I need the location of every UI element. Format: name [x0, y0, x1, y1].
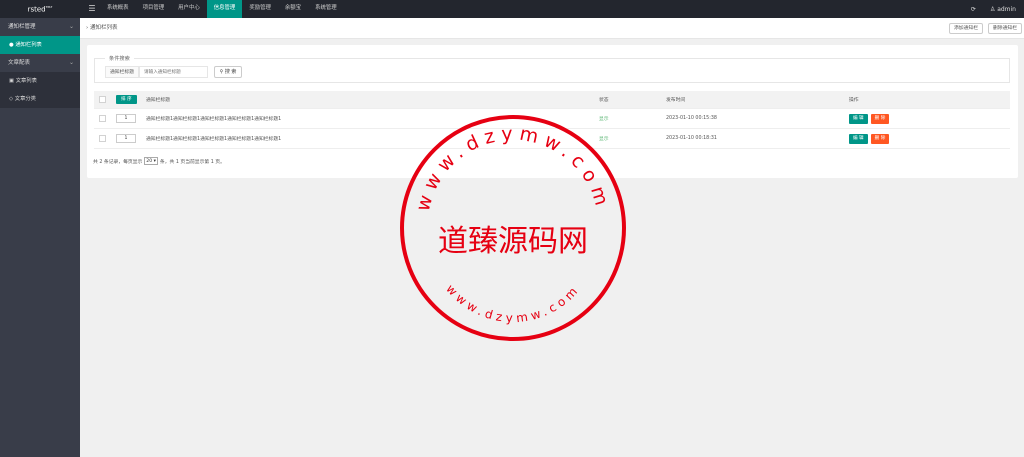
row-time: 2023-01-10 00:15:38 — [666, 116, 717, 121]
nav-item-system[interactable]: 系统管理 — [308, 0, 344, 18]
search-icon: ⚲ — [219, 69, 224, 75]
delete-button[interactable]: 删 除 — [870, 133, 890, 144]
stamp-center-text: 道臻源码网 — [438, 224, 588, 259]
nav-item-info[interactable]: 信息管理 — [206, 0, 243, 18]
row-time: 2023-01-10 00:18:31 — [666, 136, 717, 141]
order-input[interactable]: 1 — [116, 114, 136, 123]
sidebar-item-label: 通知栏列表 — [15, 42, 42, 48]
sidebar-item-label: 文章列表 — [15, 78, 37, 84]
logo-sup: TPLT — [45, 5, 53, 9]
breadcrumb-bar: › 通知栏列表 添加通知栏 删除通知栏 — [80, 18, 1024, 39]
logo: rstedTPLT — [0, 0, 80, 18]
table-row: 1 通知栏标题1通知栏标题1通知栏标题1通知栏标题1通知栏标题1 显示 2023… — [94, 109, 1010, 129]
breadcrumb: › 通知栏列表 — [86, 18, 117, 39]
stamp-bottom-text: www.dzymw.com — [443, 282, 582, 326]
nav-item-balance[interactable]: 余额宝 — [278, 0, 308, 18]
row-status: 显示 — [599, 117, 609, 122]
chevron-down-icon: ⌄ — [68, 59, 74, 66]
image-icon: ▣ — [9, 78, 15, 84]
header-time: 发布时间 — [666, 98, 686, 103]
row-checkbox[interactable] — [99, 115, 106, 122]
user-name: admin — [997, 5, 1016, 13]
page-size-select[interactable]: 20 ▾ — [144, 157, 158, 165]
search-button-label: 搜 索 — [224, 69, 237, 75]
header-actions: 操作 — [849, 98, 859, 103]
tag-icon: ◇ — [9, 96, 14, 102]
sidebar-group-notices[interactable]: 通知栏管理 ⌄ — [0, 18, 80, 36]
order-input[interactable]: 1 — [116, 134, 136, 143]
sidebar-item-label: 文章分类 — [14, 96, 36, 102]
sidebar-item-article-list[interactable]: ▣ 文章列表 — [0, 72, 80, 90]
nav-item-projects[interactable]: 项目管理 — [136, 0, 172, 18]
sidebar-group-label: 通知栏管理 — [8, 24, 36, 30]
chevron-down-icon: ⌄ — [68, 23, 74, 30]
nav-item-dashboard[interactable]: 系统概表 — [100, 0, 136, 18]
logo-text: rsted — [27, 5, 46, 14]
row-checkbox[interactable] — [99, 135, 106, 142]
search-field-label: 通知栏标题 — [105, 66, 139, 78]
sidebar-group-articles[interactable]: 文章配表 ⌄ — [0, 54, 80, 72]
top-nav: 系统概表 项目管理 用户中心 信息管理 奖励管理 余额宝 系统管理 — [100, 0, 344, 18]
table-row: 1 通知栏标题1通知栏标题1通知栏标题1通知栏标题1通知栏标题1 显示 2023… — [94, 129, 1010, 149]
sidebar: 通知栏管理 ⌄ ● 通知栏列表 文章配表 ⌄ ▣ 文章列表 ◇ 文章分类 — [0, 18, 80, 457]
refresh-icon[interactable]: ⟳ — [971, 6, 976, 13]
edit-button[interactable]: 编 辑 — [849, 113, 868, 124]
top-bar: rstedTPLT ☰ 系统概表 项目管理 用户中心 信息管理 奖励管理 余额宝… — [0, 0, 1024, 18]
add-notice-button[interactable]: 添加通知栏 — [949, 23, 983, 34]
hamburger-icon[interactable]: ☰ — [86, 0, 98, 18]
edit-button[interactable]: 编 辑 — [849, 133, 868, 144]
row-title: 通知栏标题1通知栏标题1通知栏标题1通知栏标题1通知栏标题1 — [146, 117, 282, 122]
pager-suffix: 条，共 1 页当前显示第 1 页。 — [159, 159, 225, 165]
nav-item-rewards[interactable]: 奖励管理 — [242, 0, 278, 18]
sidebar-group-label: 文章配表 — [8, 60, 31, 66]
table-header: 排 序 通知栏标题 状态 发布时间 操作 — [94, 91, 1010, 109]
search-button[interactable]: ⚲ 搜 索 — [214, 66, 242, 78]
breadcrumb-current[interactable]: 通知栏列表 — [90, 25, 118, 31]
select-all-checkbox[interactable] — [99, 96, 106, 103]
page-size-value: 20 — [146, 159, 153, 164]
search-input[interactable] — [139, 66, 208, 78]
chevron-right-icon: › — [86, 25, 89, 31]
search-legend: 条件搜索 — [105, 55, 134, 62]
pager-prefix: 共 2 条记录，每页显示 — [93, 159, 143, 165]
sidebar-item-article-category[interactable]: ◇ 文章分类 — [0, 90, 80, 108]
header-status: 状态 — [599, 98, 609, 103]
row-status: 显示 — [599, 137, 609, 142]
main-card: 条件搜索 通知栏标题 ⚲ 搜 索 排 序 通知栏标题 状态 发布时间 操作 1 … — [87, 45, 1018, 178]
search-fieldset: 条件搜索 通知栏标题 ⚲ 搜 索 — [94, 55, 1010, 83]
sidebar-item-notice-list[interactable]: ● 通知栏列表 — [0, 36, 80, 54]
delete-button[interactable]: 删 除 — [870, 113, 890, 124]
delete-notice-button[interactable]: 删除通知栏 — [988, 23, 1022, 34]
notice-table: 排 序 通知栏标题 状态 发布时间 操作 1 通知栏标题1通知栏标题1通知栏标题… — [94, 91, 1010, 149]
nav-item-users[interactable]: 用户中心 — [171, 0, 207, 18]
circle-icon: ● — [9, 42, 14, 48]
pager: 共 2 条记录，每页显示 20 ▾ 条，共 1 页当前显示第 1 页。 — [93, 157, 225, 165]
user-icon: ♙ — [989, 5, 996, 13]
sort-button[interactable]: 排 序 — [116, 95, 137, 104]
header-title: 通知栏标题 — [146, 98, 170, 103]
row-title: 通知栏标题1通知栏标题1通知栏标题1通知栏标题1通知栏标题1 — [146, 137, 282, 142]
top-right: ⟳ ♙ admin — [971, 0, 1016, 18]
user-menu[interactable]: ♙ admin — [990, 6, 1016, 13]
